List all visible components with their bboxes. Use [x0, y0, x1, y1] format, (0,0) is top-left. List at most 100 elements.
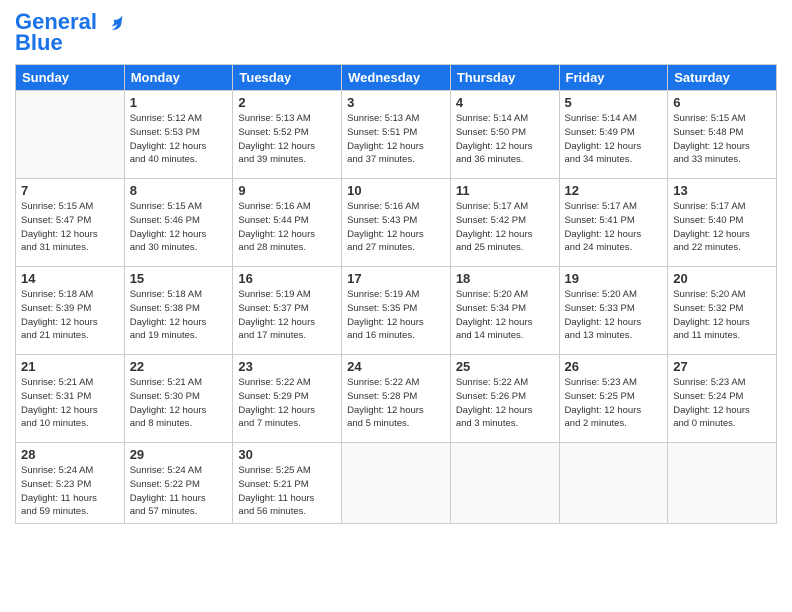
- calendar-cell: 8 Sunrise: 5:15 AM Sunset: 5:46 PM Daylig…: [124, 179, 233, 267]
- day-info: Sunrise: 5:14 AM Sunset: 5:50 PM Dayligh…: [456, 112, 554, 167]
- weekday-header: Tuesday: [233, 65, 342, 91]
- day-number: 30: [238, 447, 336, 462]
- day-info: Sunrise: 5:23 AM Sunset: 5:25 PM Dayligh…: [565, 376, 663, 431]
- calendar-cell: 15 Sunrise: 5:18 AM Sunset: 5:38 PM Dayli…: [124, 267, 233, 355]
- calendar-cell: 11 Sunrise: 5:17 AM Sunset: 5:42 PM Dayli…: [450, 179, 559, 267]
- weekday-header: Saturday: [668, 65, 777, 91]
- calendar-cell: 23 Sunrise: 5:22 AM Sunset: 5:29 PM Dayli…: [233, 355, 342, 443]
- weekday-header: Friday: [559, 65, 668, 91]
- day-info: Sunrise: 5:18 AM Sunset: 5:38 PM Dayligh…: [130, 288, 228, 343]
- calendar-cell: 24 Sunrise: 5:22 AM Sunset: 5:28 PM Dayli…: [342, 355, 451, 443]
- day-info: Sunrise: 5:12 AM Sunset: 5:53 PM Dayligh…: [130, 112, 228, 167]
- day-info: Sunrise: 5:19 AM Sunset: 5:37 PM Dayligh…: [238, 288, 336, 343]
- calendar-cell: 5Sunrise: 5:14 AM Sunset: 5:49 PM Daylig…: [559, 91, 668, 179]
- day-info: Sunrise: 5:22 AM Sunset: 5:28 PM Dayligh…: [347, 376, 445, 431]
- calendar-cell: 9 Sunrise: 5:16 AM Sunset: 5:44 PM Daylig…: [233, 179, 342, 267]
- calendar-cell: [16, 91, 125, 179]
- day-number: 25: [456, 359, 554, 374]
- day-info: Sunrise: 5:16 AM Sunset: 5:44 PM Dayligh…: [238, 200, 336, 255]
- day-number: 16: [238, 271, 336, 286]
- calendar-cell: 4Sunrise: 5:14 AM Sunset: 5:50 PM Daylig…: [450, 91, 559, 179]
- day-info: Sunrise: 5:25 AM Sunset: 5:21 PM Dayligh…: [238, 464, 336, 519]
- calendar-cell: 19 Sunrise: 5:20 AM Sunset: 5:33 PM Dayli…: [559, 267, 668, 355]
- day-number: 17: [347, 271, 445, 286]
- day-number: 19: [565, 271, 663, 286]
- day-number: 23: [238, 359, 336, 374]
- calendar-cell: 26 Sunrise: 5:23 AM Sunset: 5:25 PM Dayli…: [559, 355, 668, 443]
- calendar-cell: 6Sunrise: 5:15 AM Sunset: 5:48 PM Daylig…: [668, 91, 777, 179]
- calendar-week-row: 7 Sunrise: 5:15 AM Sunset: 5:47 PM Daylig…: [16, 179, 777, 267]
- logo: General Blue: [15, 10, 125, 56]
- day-number: 27: [673, 359, 771, 374]
- calendar-cell: 10Sunrise: 5:16 AM Sunset: 5:43 PM Dayli…: [342, 179, 451, 267]
- day-number: 5: [565, 95, 663, 110]
- day-info: Sunrise: 5:19 AM Sunset: 5:35 PM Dayligh…: [347, 288, 445, 343]
- day-number: 2: [238, 95, 336, 110]
- calendar-cell: 2 Sunrise: 5:13 AM Sunset: 5:52 PM Daylig…: [233, 91, 342, 179]
- calendar-cell: 30 Sunrise: 5:25 AM Sunset: 5:21 PM Dayli…: [233, 443, 342, 524]
- calendar-cell: [668, 443, 777, 524]
- day-number: 11: [456, 183, 554, 198]
- day-info: Sunrise: 5:18 AM Sunset: 5:39 PM Dayligh…: [21, 288, 119, 343]
- calendar-cell: 12 Sunrise: 5:17 AM Sunset: 5:41 PM Dayli…: [559, 179, 668, 267]
- weekday-header: Sunday: [16, 65, 125, 91]
- day-info: Sunrise: 5:17 AM Sunset: 5:42 PM Dayligh…: [456, 200, 554, 255]
- page: General Blue SundayMondayTuesdayWednesda…: [0, 0, 792, 612]
- calendar-cell: 18 Sunrise: 5:20 AM Sunset: 5:34 PM Dayli…: [450, 267, 559, 355]
- day-info: Sunrise: 5:16 AM Sunset: 5:43 PM Dayligh…: [347, 200, 445, 255]
- day-number: 12: [565, 183, 663, 198]
- day-info: Sunrise: 5:22 AM Sunset: 5:29 PM Dayligh…: [238, 376, 336, 431]
- day-info: Sunrise: 5:13 AM Sunset: 5:52 PM Dayligh…: [238, 112, 336, 167]
- calendar-cell: 27 Sunrise: 5:23 AM Sunset: 5:24 PM Dayli…: [668, 355, 777, 443]
- calendar-cell: [450, 443, 559, 524]
- day-info: Sunrise: 5:23 AM Sunset: 5:24 PM Dayligh…: [673, 376, 771, 431]
- day-number: 6: [673, 95, 771, 110]
- day-number: 15: [130, 271, 228, 286]
- day-number: 29: [130, 447, 228, 462]
- calendar-week-row: 21 Sunrise: 5:21 AM Sunset: 5:31 PM Dayli…: [16, 355, 777, 443]
- header: General Blue: [15, 10, 777, 56]
- day-info: Sunrise: 5:20 AM Sunset: 5:34 PM Dayligh…: [456, 288, 554, 343]
- calendar-cell: 14 Sunrise: 5:18 AM Sunset: 5:39 PM Dayli…: [16, 267, 125, 355]
- day-info: Sunrise: 5:22 AM Sunset: 5:26 PM Dayligh…: [456, 376, 554, 431]
- calendar-cell: 21 Sunrise: 5:21 AM Sunset: 5:31 PM Dayli…: [16, 355, 125, 443]
- calendar-cell: 29 Sunrise: 5:24 AM Sunset: 5:22 PM Dayli…: [124, 443, 233, 524]
- day-number: 24: [347, 359, 445, 374]
- day-info: Sunrise: 5:24 AM Sunset: 5:23 PM Dayligh…: [21, 464, 119, 519]
- calendar-cell: [559, 443, 668, 524]
- day-number: 20: [673, 271, 771, 286]
- day-info: Sunrise: 5:24 AM Sunset: 5:22 PM Dayligh…: [130, 464, 228, 519]
- day-info: Sunrise: 5:20 AM Sunset: 5:33 PM Dayligh…: [565, 288, 663, 343]
- day-number: 1: [130, 95, 228, 110]
- calendar-cell: 17 Sunrise: 5:19 AM Sunset: 5:35 PM Dayli…: [342, 267, 451, 355]
- calendar-cell: 13 Sunrise: 5:17 AM Sunset: 5:40 PM Dayli…: [668, 179, 777, 267]
- day-number: 8: [130, 183, 228, 198]
- day-info: Sunrise: 5:15 AM Sunset: 5:47 PM Dayligh…: [21, 200, 119, 255]
- day-info: Sunrise: 5:21 AM Sunset: 5:30 PM Dayligh…: [130, 376, 228, 431]
- calendar-cell: 25 Sunrise: 5:22 AM Sunset: 5:26 PM Dayli…: [450, 355, 559, 443]
- calendar-cell: 16 Sunrise: 5:19 AM Sunset: 5:37 PM Dayli…: [233, 267, 342, 355]
- day-info: Sunrise: 5:15 AM Sunset: 5:46 PM Dayligh…: [130, 200, 228, 255]
- weekday-header: Wednesday: [342, 65, 451, 91]
- day-number: 7: [21, 183, 119, 198]
- day-number: 22: [130, 359, 228, 374]
- logo-bird-icon: [105, 13, 125, 33]
- calendar-cell: [342, 443, 451, 524]
- day-info: Sunrise: 5:20 AM Sunset: 5:32 PM Dayligh…: [673, 288, 771, 343]
- day-number: 26: [565, 359, 663, 374]
- day-info: Sunrise: 5:21 AM Sunset: 5:31 PM Dayligh…: [21, 376, 119, 431]
- weekday-header: Monday: [124, 65, 233, 91]
- weekday-header: Thursday: [450, 65, 559, 91]
- calendar-week-row: 14 Sunrise: 5:18 AM Sunset: 5:39 PM Dayli…: [16, 267, 777, 355]
- day-number: 9: [238, 183, 336, 198]
- calendar-cell: 20 Sunrise: 5:20 AM Sunset: 5:32 PM Dayli…: [668, 267, 777, 355]
- day-number: 21: [21, 359, 119, 374]
- day-number: 13: [673, 183, 771, 198]
- day-info: Sunrise: 5:17 AM Sunset: 5:41 PM Dayligh…: [565, 200, 663, 255]
- day-number: 28: [21, 447, 119, 462]
- day-number: 18: [456, 271, 554, 286]
- day-info: Sunrise: 5:17 AM Sunset: 5:40 PM Dayligh…: [673, 200, 771, 255]
- day-number: 14: [21, 271, 119, 286]
- calendar-cell: 1 Sunrise: 5:12 AM Sunset: 5:53 PM Daylig…: [124, 91, 233, 179]
- calendar-cell: 3Sunrise: 5:13 AM Sunset: 5:51 PM Daylig…: [342, 91, 451, 179]
